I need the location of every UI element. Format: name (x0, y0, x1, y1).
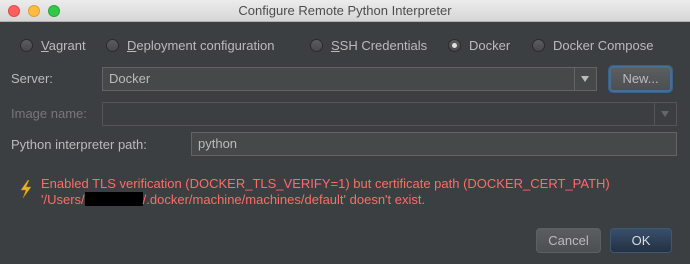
server-selected-value: Docker (109, 71, 151, 86)
redacted-username (84, 192, 143, 206)
ok-button[interactable]: OK (610, 228, 672, 253)
radio-dot[interactable] (310, 39, 323, 52)
server-label: Server: (11, 71, 53, 86)
radio-label-vagrant: Vagrant (41, 38, 86, 53)
radio-dot[interactable] (20, 39, 33, 52)
image-name-dropdown-button[interactable] (654, 103, 676, 125)
window-title: Configure Remote Python Interpreter (238, 3, 452, 18)
image-name-label: Image name: (11, 106, 87, 121)
cancel-button[interactable]: Cancel (536, 228, 601, 253)
configure-interpreter-dialog: Configure Remote Python Interpreter Vagr… (0, 0, 690, 264)
server-select[interactable]: Docker (102, 67, 597, 91)
radio-label-docker-compose: Docker Compose (553, 38, 654, 53)
new-server-button[interactable]: New... (609, 66, 672, 92)
chevron-down-icon (581, 76, 589, 82)
title-bar: Configure Remote Python Interpreter (0, 0, 690, 22)
radio-label-deployment-configuration: Deployment configuration (127, 38, 275, 53)
radio-dot[interactable] (532, 39, 545, 52)
server-dropdown-button[interactable] (574, 68, 596, 90)
radio-label-docker: Docker (469, 38, 511, 53)
interpreter-path-input[interactable]: python (191, 132, 677, 156)
interpreter-path-label: Python interpreter path: (11, 137, 147, 152)
error-message-line-2: '/Users//.docker/machine/machines/defaul… (41, 192, 426, 207)
interpreter-path-value: python (198, 136, 238, 151)
image-name-select[interactable] (102, 102, 677, 126)
radio-dot[interactable] (106, 39, 119, 52)
error-message-line-1: Enabled TLS verification (DOCKER_TLS_VER… (41, 176, 610, 191)
radio-dot-selected[interactable] (448, 39, 461, 52)
radio-label-ssh-credentials: SSH Credentials (331, 38, 428, 53)
chevron-down-icon (661, 111, 669, 117)
lightning-bolt-warning-icon (20, 180, 32, 198)
